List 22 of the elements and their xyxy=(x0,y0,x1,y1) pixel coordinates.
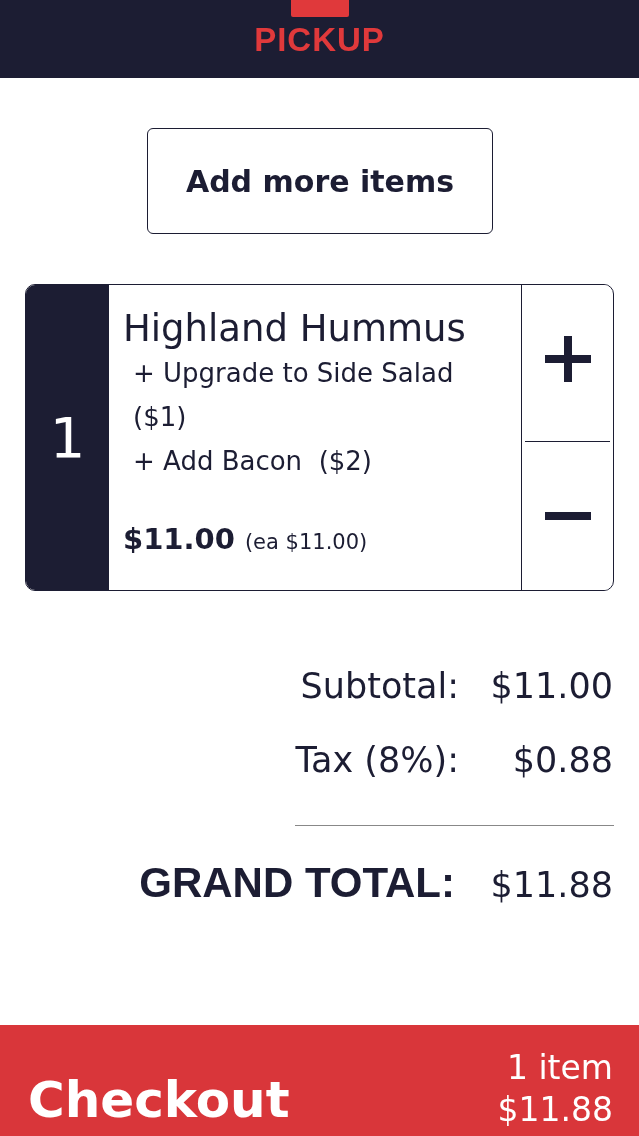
item-count: 1 item xyxy=(506,1047,613,1089)
item-name: Highland Hummus xyxy=(123,307,467,351)
quantity-value: 1 xyxy=(49,405,86,470)
unit-price: (ea $11.00) xyxy=(244,530,368,554)
total-value: $11.00 xyxy=(489,665,613,708)
minus-icon xyxy=(544,512,591,520)
checkout-button[interactable]: Checkout 1 item $11.88 xyxy=(0,1025,639,1136)
total-label: Tax (8%): xyxy=(295,739,459,782)
pickup-tab[interactable]: PICKUP xyxy=(254,21,385,59)
plus-icon xyxy=(544,336,591,382)
add-more-items-button[interactable]: Add more items xyxy=(147,128,493,234)
grand-total-value: $11.88 xyxy=(489,864,613,907)
item-modifier: + Add Bacon ($2) xyxy=(133,445,373,478)
checkout-label: Checkout xyxy=(28,1070,290,1130)
tab-indicator xyxy=(290,0,349,17)
total-label: Subtotal: xyxy=(300,665,459,708)
grand-total-label: GRAND TOTAL: xyxy=(139,858,455,908)
item-price: $11.00 xyxy=(123,521,235,558)
checkout-total: $11.88 xyxy=(497,1089,613,1131)
total-value: $0.88 xyxy=(511,739,613,782)
increase-quantity-button[interactable] xyxy=(525,285,610,442)
item-modifier: + Upgrade to Side Salad ($1) xyxy=(133,357,455,434)
